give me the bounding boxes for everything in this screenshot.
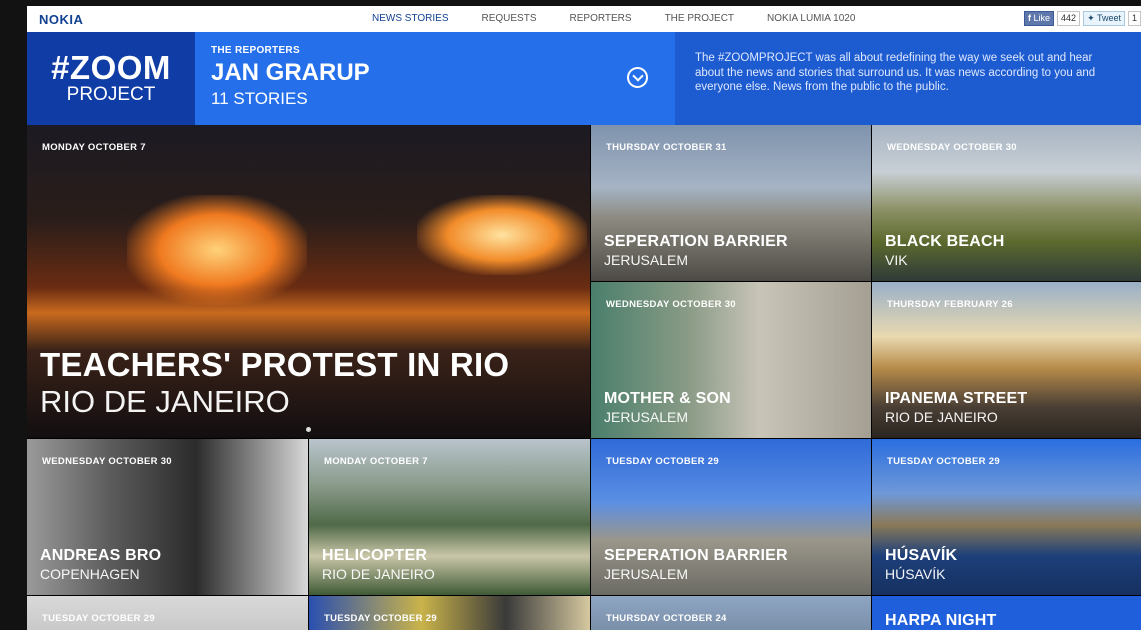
nav-nokia-lumia[interactable]: NOKIA LUMIA 1020 — [767, 13, 855, 24]
twitter-icon: ✦ — [1087, 13, 1095, 23]
story-tile-row4-3[interactable]: THURSDAY OCTOBER 24 — [591, 596, 871, 630]
story-date: MONDAY OCTOBER 7 — [324, 456, 428, 467]
story-date: MONDAY OCTOBER 7 — [42, 142, 146, 153]
story-place: VIK — [885, 252, 908, 268]
story-title: MOTHER & SON — [604, 390, 731, 407]
story-title: HÚSAVÍK — [885, 547, 958, 564]
story-place: JERUSALEM — [604, 566, 689, 582]
tweet-button[interactable]: ✦ Tweet — [1083, 11, 1125, 26]
chevron-down-icon[interactable] — [627, 67, 648, 88]
story-tile-separation-barrier-2[interactable]: TUESDAY OCTOBER 29 SEPERATION BARRIER JE… — [591, 439, 871, 595]
top-navigation: NOKIA NEWS STORIES REQUESTS REPORTERS TH… — [27, 6, 1141, 32]
story-tile-separation-barrier[interactable]: THURSDAY OCTOBER 31 SEPERATION BARRIER J… — [591, 125, 871, 281]
story-date: THURSDAY OCTOBER 31 — [606, 142, 727, 153]
nav-the-project[interactable]: THE PROJECT — [665, 13, 734, 24]
facebook-icon: f — [1028, 13, 1032, 23]
story-tile-harpa-night[interactable]: HARPA NIGHT — [872, 596, 1141, 630]
nav-requests[interactable]: REQUESTS — [482, 13, 537, 24]
about-text: The #ZOOMPROJECT was all about redefinin… — [695, 52, 1096, 93]
story-date: THURSDAY OCTOBER 24 — [606, 613, 727, 624]
story-date: TUESDAY OCTOBER 29 — [606, 456, 719, 467]
story-tile-row4-2[interactable]: TUESDAY OCTOBER 29 — [309, 596, 590, 630]
story-title: TEACHERS' PROTEST IN RIO — [40, 346, 510, 383]
story-place: RIO DE JANEIRO — [885, 409, 998, 425]
story-title: HARPA NIGHT — [885, 612, 997, 629]
story-place: RIO DE JANEIRO — [40, 384, 290, 419]
story-place: JERUSALEM — [604, 409, 689, 425]
brand-project: PROJECT — [66, 84, 156, 105]
story-tile-andreas-bro[interactable]: WEDNESDAY OCTOBER 30 ANDREAS BRO COPENHA… — [27, 439, 308, 595]
story-tile-teachers-protest[interactable]: MONDAY OCTOBER 7 TEACHERS' PROTEST IN RI… — [27, 125, 590, 438]
story-grid: MONDAY OCTOBER 7 TEACHERS' PROTEST IN RI… — [27, 125, 1141, 630]
story-title: HELICOPTER — [322, 547, 428, 564]
story-title: SEPERATION BARRIER — [604, 233, 788, 250]
header-band: #ZOOM PROJECT THE REPORTERS JAN GRARUP 1… — [27, 32, 1141, 125]
like-label: Like — [1033, 13, 1051, 23]
nav-news-stories[interactable]: NEWS STORIES — [372, 13, 449, 24]
project-description: The #ZOOMPROJECT was all about redefinin… — [675, 32, 1141, 125]
reporter-panel[interactable]: THE REPORTERS JAN GRARUP 11 STORIES — [195, 32, 675, 125]
story-place: HÚSAVÍK — [885, 566, 946, 582]
story-title: BLACK BEACH — [885, 233, 1005, 250]
story-tile-mother-and-son[interactable]: WEDNESDAY OCTOBER 30 MOTHER & SON JERUSA… — [591, 282, 871, 438]
story-place: JERUSALEM — [604, 252, 689, 268]
tweet-label: Tweet — [1096, 13, 1121, 23]
story-date: TUESDAY OCTOBER 29 — [324, 613, 437, 624]
story-date: WEDNESDAY OCTOBER 30 — [887, 142, 1017, 153]
story-tile-husavik[interactable]: TUESDAY OCTOBER 29 HÚSAVÍK HÚSAVÍK — [872, 439, 1141, 595]
story-title: ANDREAS BRO — [40, 547, 162, 564]
story-place: RIO DE JANEIRO — [322, 566, 435, 582]
story-date: TUESDAY OCTOBER 29 — [42, 613, 155, 624]
social-buttons: f Like 442 ✦ Tweet 1 — [1024, 11, 1141, 26]
brand-zoom: #ZOOM — [51, 49, 171, 86]
like-count: 442 — [1057, 11, 1081, 26]
story-tile-ipanema-street[interactable]: THURSDAY FEBRUARY 26 IPANEMA STREET RIO … — [872, 282, 1141, 438]
page: NOKIA NEWS STORIES REQUESTS REPORTERS TH… — [27, 6, 1141, 630]
story-title: IPANEMA STREET — [885, 390, 1028, 407]
story-date: THURSDAY FEBRUARY 26 — [887, 299, 1013, 310]
carousel-dot[interactable] — [306, 427, 311, 432]
reporters-kicker: THE REPORTERS — [211, 45, 300, 56]
facebook-like-button[interactable]: f Like — [1024, 11, 1055, 26]
story-place: COPENHAGEN — [40, 566, 140, 582]
story-count: 11 STORIES — [211, 89, 308, 108]
story-title: SEPERATION BARRIER — [604, 547, 788, 564]
story-date: TUESDAY OCTOBER 29 — [887, 456, 1000, 467]
reporter-name: JAN GRARUP — [211, 59, 370, 86]
nokia-logo[interactable]: NOKIA — [39, 12, 83, 27]
story-date: WEDNESDAY OCTOBER 30 — [606, 299, 736, 310]
story-tile-helicopter[interactable]: MONDAY OCTOBER 7 HELICOPTER RIO DE JANEI… — [309, 439, 590, 595]
tweet-count: 1 — [1127, 11, 1141, 26]
main-menu: NEWS STORIES REQUESTS REPORTERS THE PROJ… — [372, 13, 888, 24]
story-tile-black-beach[interactable]: WEDNESDAY OCTOBER 30 BLACK BEACH VIK — [872, 125, 1141, 281]
story-date: WEDNESDAY OCTOBER 30 — [42, 456, 172, 467]
zoom-project-brand[interactable]: #ZOOM PROJECT — [27, 32, 195, 125]
story-tile-row4-1[interactable]: TUESDAY OCTOBER 29 — [27, 596, 308, 630]
fire-glow-left — [127, 195, 307, 305]
fire-glow-right — [417, 195, 587, 275]
nav-reporters[interactable]: REPORTERS — [570, 13, 632, 24]
